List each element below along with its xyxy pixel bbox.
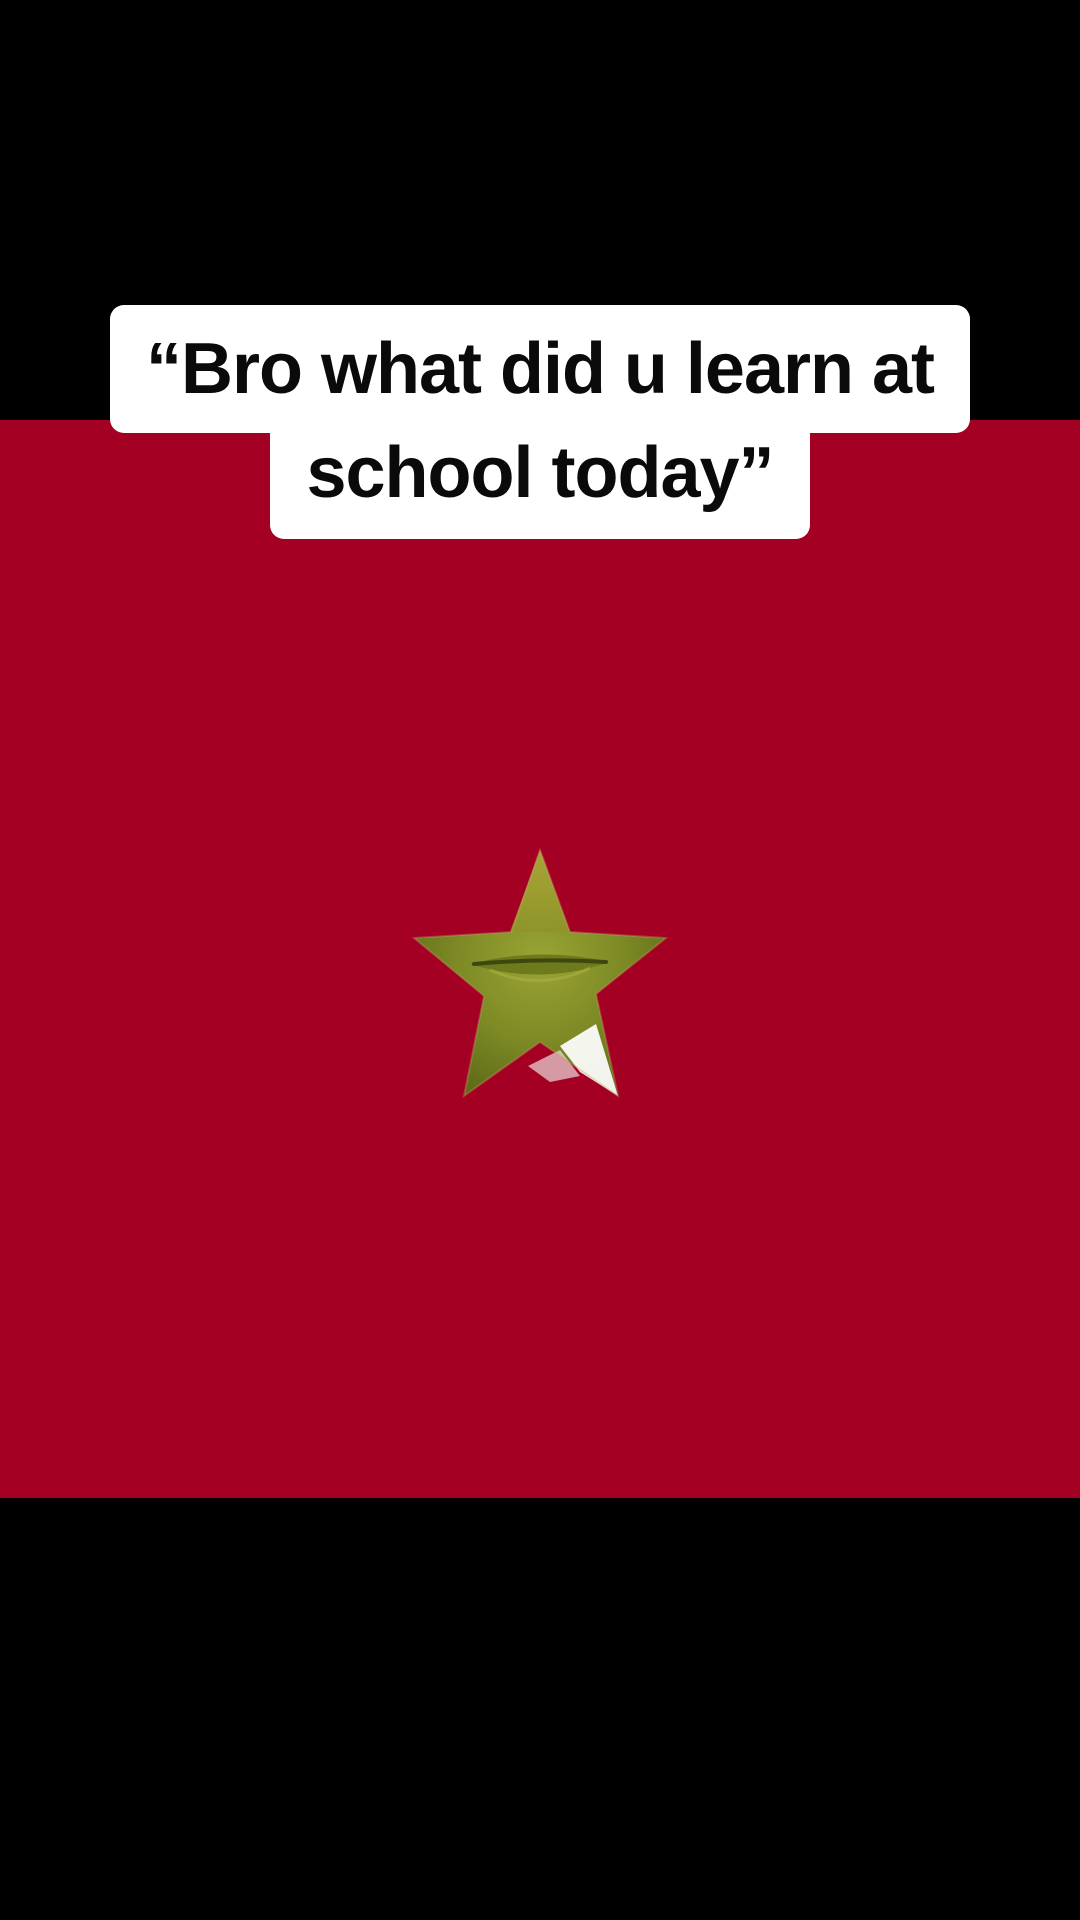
- caption-line-1: “Bro what did u learn at: [109, 305, 971, 433]
- smiling-star-icon: [410, 846, 670, 1108]
- caption-overlay: “Bro what did u learn at school today”: [0, 305, 1080, 539]
- video-screen[interactable]: “Bro what did u learn at school today”: [0, 0, 1080, 1920]
- caption-line-2: school today”: [270, 431, 810, 539]
